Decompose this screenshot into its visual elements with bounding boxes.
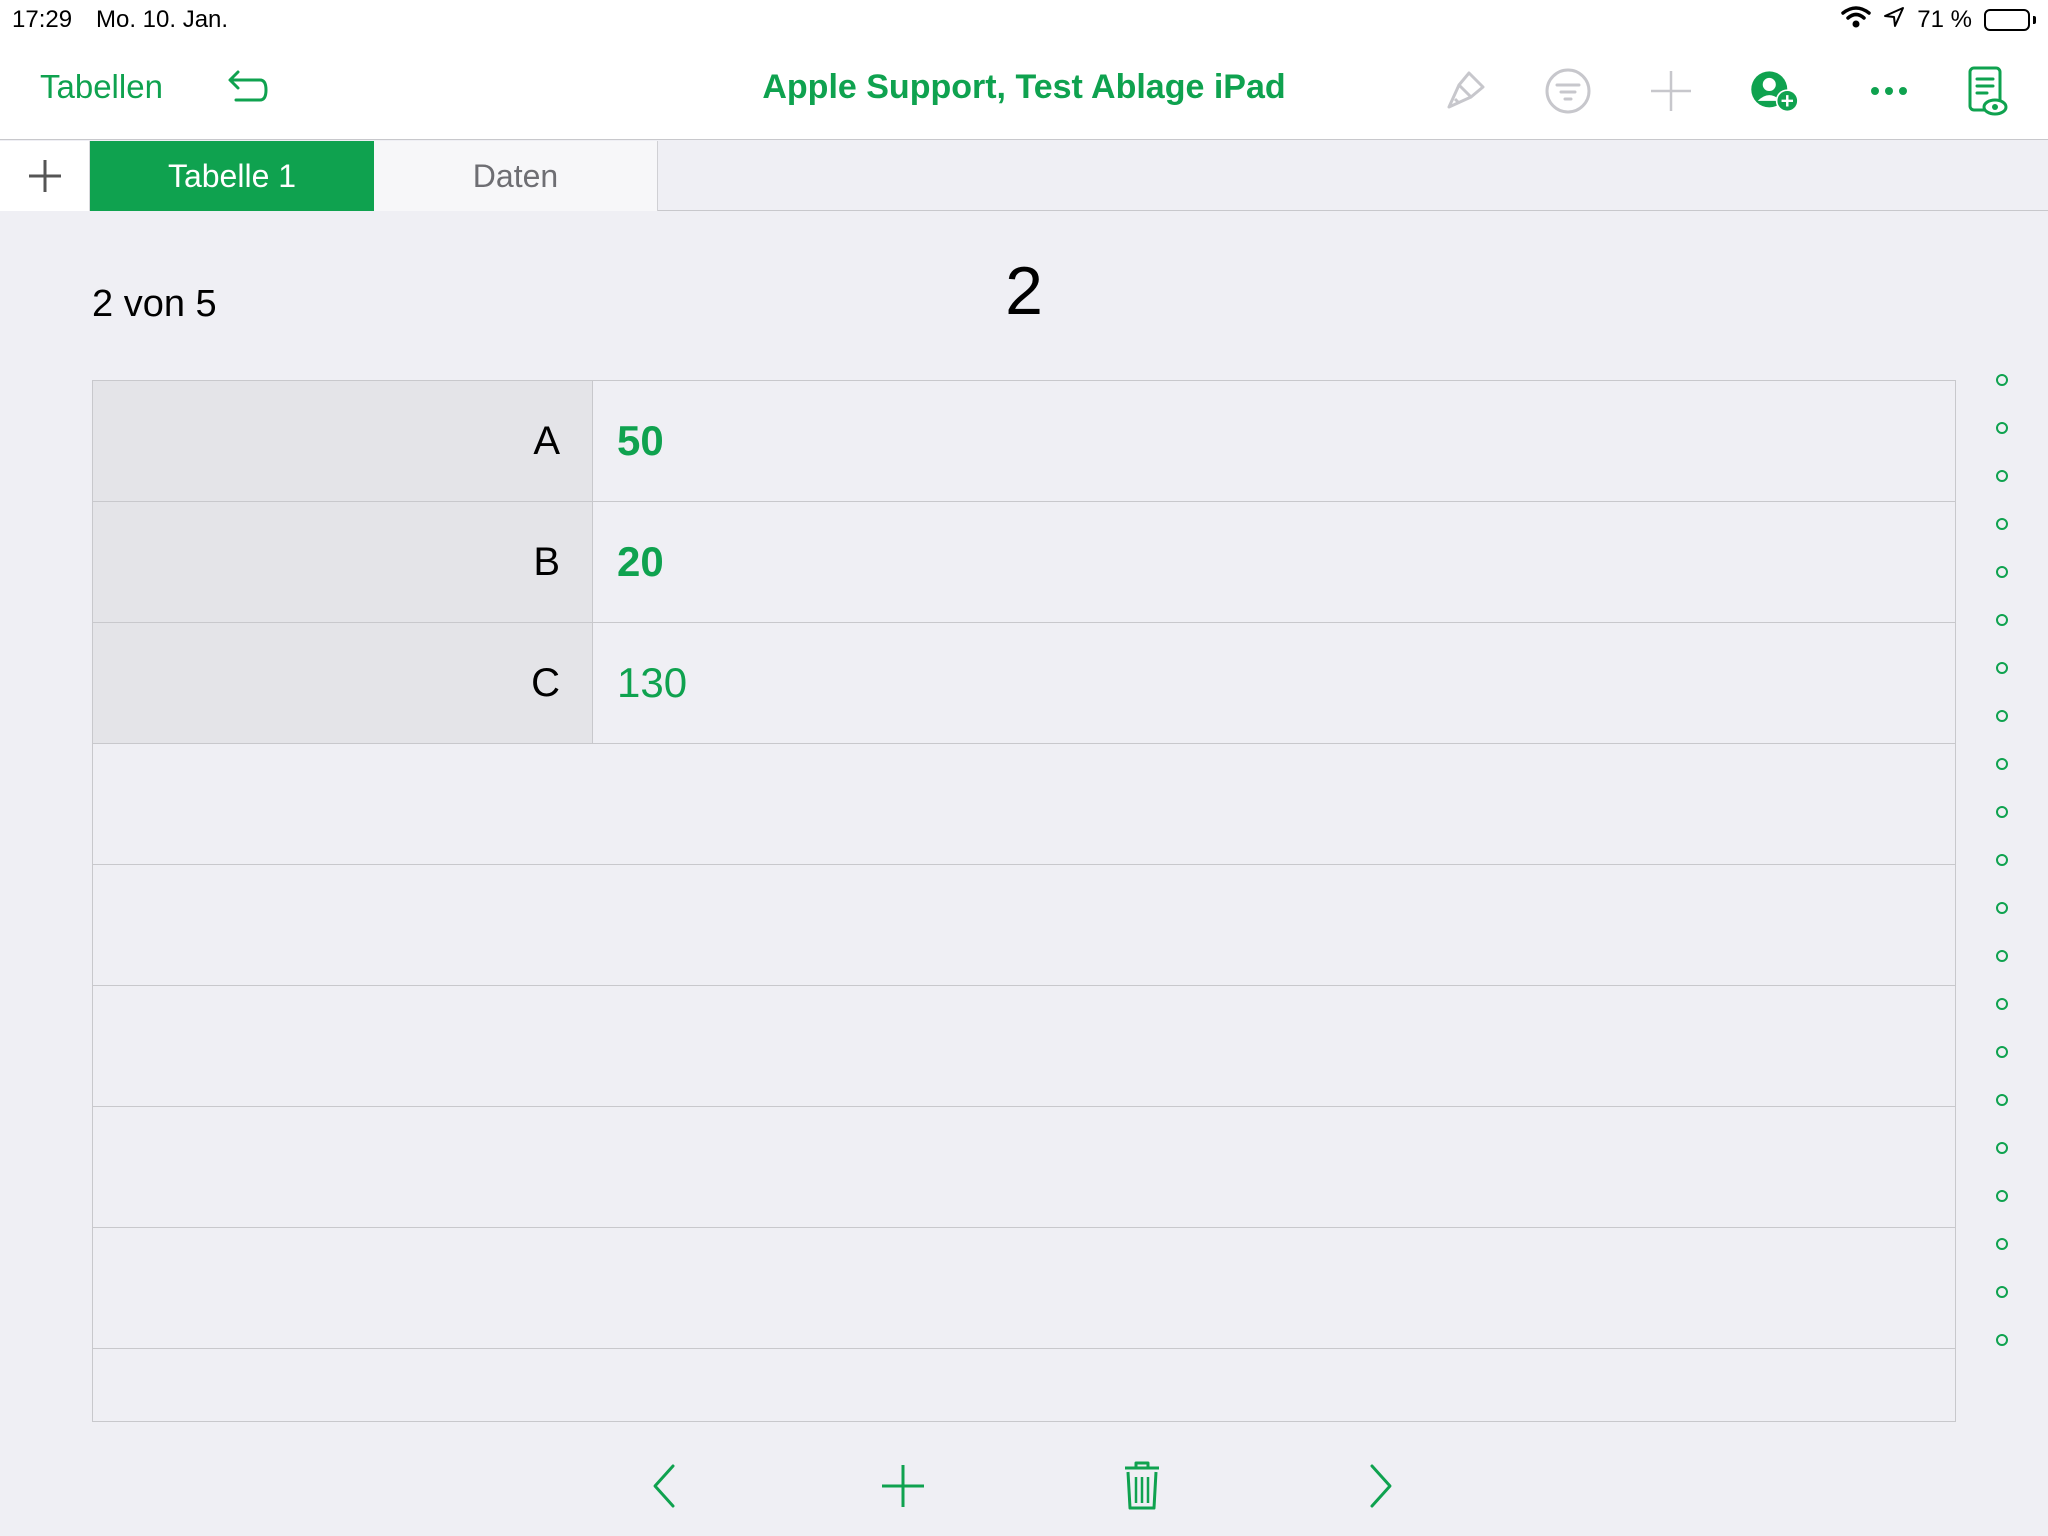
wifi-icon xyxy=(1841,5,1872,36)
chevron-left-icon xyxy=(653,1464,675,1508)
empty-row xyxy=(93,865,1955,986)
index-dot[interactable] xyxy=(1996,374,2008,386)
field-label: B xyxy=(93,502,593,622)
record-counter: 2 von 5 xyxy=(92,283,217,325)
sheet-tab-bar: Tabelle 1 Daten xyxy=(0,141,2048,211)
index-dot[interactable] xyxy=(1996,1286,2008,1298)
index-dot[interactable] xyxy=(1996,422,2008,434)
index-dot[interactable] xyxy=(1996,758,2008,770)
index-dot[interactable] xyxy=(1996,470,2008,482)
add-sheet-button[interactable] xyxy=(0,141,90,211)
index-dot[interactable] xyxy=(1996,1094,2008,1106)
field-value-input[interactable]: 50 xyxy=(617,381,664,501)
tab-daten[interactable]: Daten xyxy=(374,141,658,211)
field-label: C xyxy=(93,623,593,743)
status-date: Mo. 10. Jan. xyxy=(96,6,229,33)
previous-record-button[interactable] xyxy=(634,1456,694,1516)
index-dot[interactable] xyxy=(1996,1238,2008,1250)
plus-icon xyxy=(28,160,61,192)
battery-percent: 71 % xyxy=(1917,6,1972,33)
field-value-input[interactable]: 130 xyxy=(617,623,687,743)
empty-row xyxy=(93,1228,1955,1349)
status-time: 17:29 xyxy=(12,6,73,33)
index-dot[interactable] xyxy=(1996,1046,2008,1058)
index-dot[interactable] xyxy=(1996,902,2008,914)
form-row: A 50 xyxy=(93,381,1955,502)
chevron-right-icon xyxy=(1370,1464,1392,1508)
record-title: 2 xyxy=(1005,253,1043,329)
document-title: Apple Support, Test Ablage iPad xyxy=(762,68,1286,106)
delete-record-button[interactable] xyxy=(1112,1456,1172,1516)
add-record-button[interactable] xyxy=(873,1456,933,1516)
add-plus-icon[interactable] xyxy=(1644,64,1698,118)
field-value-input[interactable]: 20 xyxy=(617,502,664,622)
toolbar: Tabellen Apple Support, Test Ablage iPad xyxy=(0,40,2048,140)
status-indicators: 71 % xyxy=(1841,5,2036,36)
empty-row xyxy=(93,1107,1955,1228)
paintbrush-icon[interactable] xyxy=(1438,64,1492,118)
more-options-icon[interactable] xyxy=(1862,64,1916,118)
trash-icon xyxy=(1125,1461,1159,1510)
filter-icon[interactable] xyxy=(1541,64,1595,118)
index-dot[interactable] xyxy=(1996,710,2008,722)
index-dot[interactable] xyxy=(1996,566,2008,578)
index-dot[interactable] xyxy=(1996,1142,2008,1154)
plus-icon xyxy=(882,1465,924,1507)
next-record-button[interactable] xyxy=(1351,1456,1411,1516)
index-dot[interactable] xyxy=(1996,950,2008,962)
back-to-spreadsheets-button[interactable]: Tabellen xyxy=(40,68,163,106)
view-document-icon[interactable] xyxy=(1960,64,2014,118)
location-icon xyxy=(1883,6,1905,35)
index-dot[interactable] xyxy=(1996,1334,2008,1346)
form-row: B 20 xyxy=(93,502,1955,623)
index-dot[interactable] xyxy=(1996,998,2008,1010)
field-label: A xyxy=(93,381,593,501)
empty-row xyxy=(93,744,1955,865)
index-dot[interactable] xyxy=(1996,614,2008,626)
empty-row xyxy=(93,986,1955,1107)
collaborate-add-person-icon[interactable] xyxy=(1748,64,1802,118)
index-dot[interactable] xyxy=(1996,854,2008,866)
index-dot[interactable] xyxy=(1996,1190,2008,1202)
form-row: C 130 xyxy=(93,623,1955,744)
index-dot[interactable] xyxy=(1996,518,2008,530)
index-dot[interactable] xyxy=(1996,662,2008,674)
record-form: A 50 B 20 C 130 xyxy=(92,380,1956,1422)
undo-icon[interactable] xyxy=(222,66,270,114)
index-dot[interactable] xyxy=(1996,806,2008,818)
tab-tabelle-1[interactable]: Tabelle 1 xyxy=(90,141,374,211)
battery-icon xyxy=(1984,9,2036,31)
status-bar: 17:29 Mo. 10. Jan. 71 % xyxy=(0,0,2048,40)
